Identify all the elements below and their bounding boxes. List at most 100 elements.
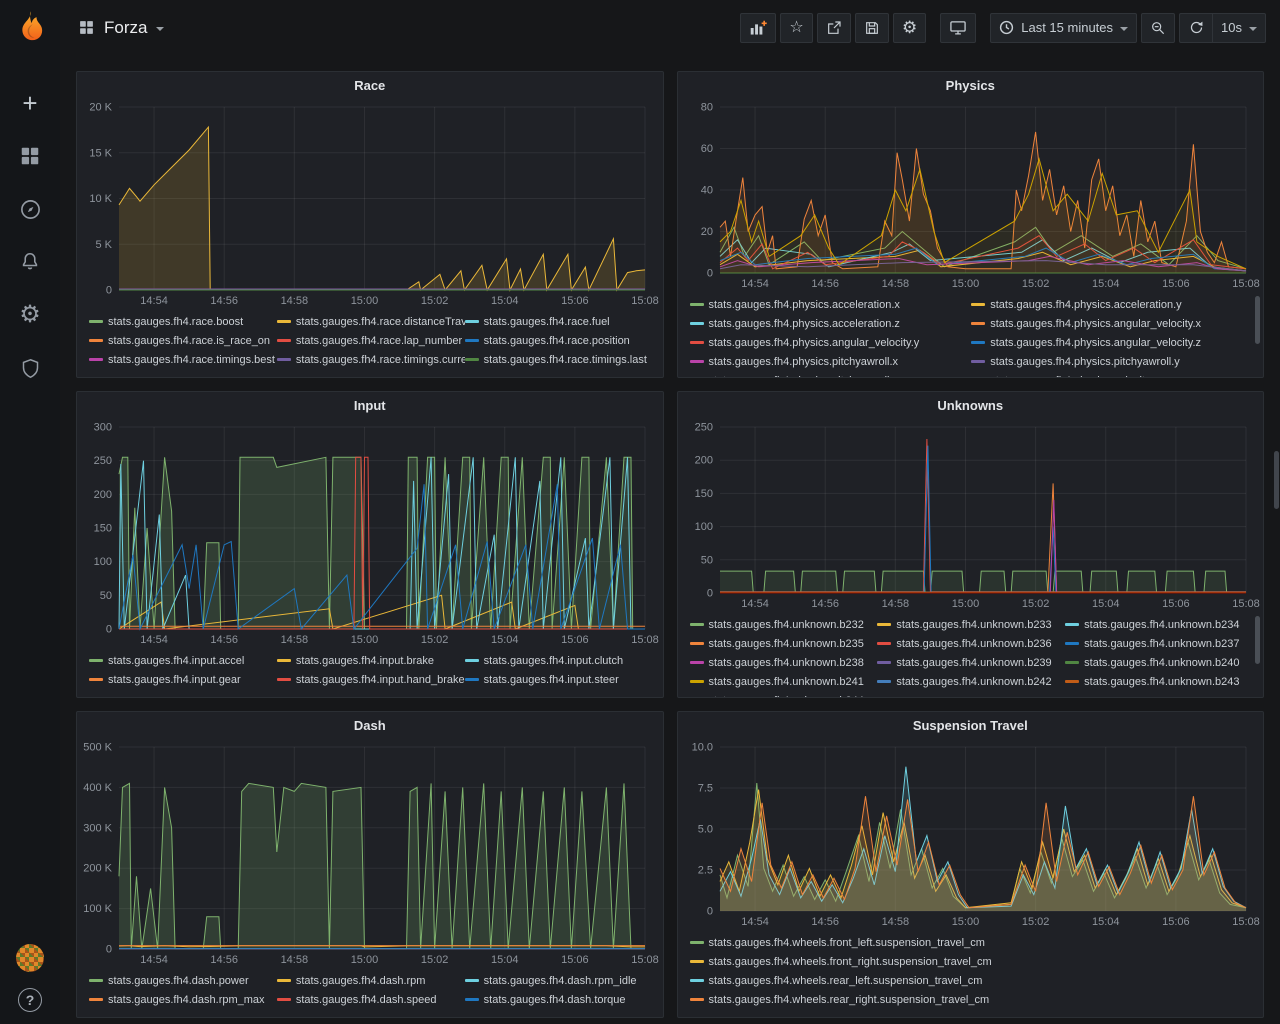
svg-text:15:08: 15:08	[1232, 598, 1260, 610]
chart-area-input[interactable]: 300 250 200 150 100 50 0 14:54 14:56 14:58 15:00 15…	[77, 419, 663, 649]
legend-scrollbar[interactable]	[1255, 296, 1260, 344]
legend-item[interactable]: stats.gauges.fh4.input.gear	[89, 670, 277, 689]
legend-item[interactable]: stats.gauges.fh4.unknown.b243	[1065, 672, 1253, 691]
series-color-swatch	[689, 303, 704, 306]
legend-item[interactable]: stats.gauges.fh4.race.fuel	[464, 312, 653, 331]
panel-input: Input 300 250 200 150 100 50 0 14:54 14:56 14:58 15…	[76, 391, 664, 698]
legend-item[interactable]: stats.gauges.fh4.race.distanceTravelled	[276, 312, 465, 331]
time-range-label: Last 15 minutes	[1021, 20, 1114, 35]
legend-item[interactable]: stats.gauges.fh4.race.timings.current	[276, 350, 465, 369]
legend-item[interactable]: stats.gauges.fh4.input.hand_brake	[276, 670, 465, 689]
scrollbar-thumb[interactable]	[1274, 450, 1279, 509]
chart-area-race[interactable]: 20 K 15 K 10 K 5 K 0 14:54 14:56 14:58 15:00 15:0…	[77, 99, 663, 310]
legend-item[interactable]: stats.gauges.fh4.dash.rpm	[276, 971, 465, 990]
legend-item[interactable]: stats.gauges.fh4.dash.speed	[276, 990, 465, 1009]
user-avatar[interactable]	[16, 944, 44, 972]
legend-item[interactable]: stats.gauges.fh4.unknown.b233	[877, 615, 1065, 634]
chart-area-physics[interactable]: 80 60 40 20 0 14:54 14:56 14:58 15:00 15:02 15:04 1…	[678, 99, 1264, 293]
svg-text:14:56: 14:56	[210, 634, 238, 646]
legend-item[interactable]: stats.gauges.fh4.race.timings.last	[464, 350, 653, 369]
grafana-flame-icon	[22, 11, 43, 41]
panel-title-input[interactable]: Input	[77, 392, 663, 419]
legend-item[interactable]: stats.gauges.fh4.unknown.b241	[689, 672, 878, 691]
help-icon[interactable]: ?	[18, 988, 42, 1012]
dashboard-title[interactable]: Forza	[104, 18, 147, 38]
svg-text:15:04: 15:04	[1091, 278, 1119, 290]
share-button[interactable]	[817, 12, 851, 43]
series-color-swatch	[464, 998, 479, 1001]
cycle-view-button[interactable]	[940, 12, 977, 43]
legend-item[interactable]: stats.gauges.fh4.race.timings.best	[89, 350, 277, 369]
panel-title-suspension[interactable]: Suspension Travel	[678, 712, 1264, 739]
series-label: stats.gauges.fh4.wheels.front_left.suspe…	[708, 936, 985, 949]
add-panel-button[interactable]	[740, 12, 776, 43]
refresh-interval-button[interactable]: 10s	[1212, 12, 1266, 43]
legend-item[interactable]: stats.gauges.fh4.race.lap_number	[276, 331, 465, 350]
legend-item[interactable]: stats.gauges.fh4.unknown.b239	[877, 653, 1065, 672]
legend-item[interactable]: stats.gauges.fh4.input.brake	[276, 651, 465, 670]
panel-title-dash[interactable]: Dash	[77, 712, 663, 739]
legend-item[interactable]: stats.gauges.fh4.unknown.b238	[689, 653, 878, 672]
chart-area-dash[interactable]: 500 K 400 K 300 K 200 K 100 K 0 14:54 14:56 14:5…	[77, 739, 663, 969]
legend-item[interactable]: stats.gauges.fh4.race.is_race_on	[89, 331, 277, 350]
panel-title-race[interactable]: Race	[77, 72, 663, 99]
legend-scrollbar[interactable]	[1255, 616, 1260, 664]
save-button[interactable]	[855, 12, 889, 43]
time-range-picker[interactable]: Last 15 minutes	[990, 12, 1138, 43]
legend-item[interactable]: stats.gauges.fh4.dash.torque	[464, 990, 653, 1009]
chart-area-unknowns[interactable]: 250 200 150 100 50 0 14:54 14:56 14:58 15:00 15:02…	[678, 419, 1264, 613]
legend-item[interactable]: stats.gauges.fh4.unknown.b236	[877, 634, 1065, 653]
legend-item[interactable]: stats.gauges.fh4.dash.rpm_idle	[464, 971, 653, 990]
legend-item[interactable]: stats.gauges.fh4.physics.angular_velocit…	[971, 333, 1253, 352]
legend-item[interactable]: stats.gauges.fh4.physics.pitchyawroll.x	[689, 352, 972, 371]
svg-text:60: 60	[700, 143, 712, 155]
svg-text:15:06: 15:06	[561, 295, 589, 307]
legend-item[interactable]: stats.gauges.fh4.physics.pitchyawroll.z	[690, 371, 972, 378]
legend-item[interactable]: stats.gauges.fh4.unknown.b242	[877, 672, 1065, 691]
legend-item[interactable]: stats.gauges.fh4.wheels.rear_right.suspe…	[689, 990, 1254, 1009]
legend-item[interactable]: stats.gauges.fh4.race.position	[464, 331, 653, 350]
legend-item[interactable]: stats.gauges.fh4.wheels.front_left.suspe…	[689, 933, 1254, 952]
legend-item[interactable]: stats.gauges.fh4.unknown.b237	[1065, 634, 1253, 653]
legend-item[interactable]: stats.gauges.fh4.unknown.b235	[689, 634, 878, 653]
legend-item[interactable]: stats.gauges.fh4.dash.rpm_max	[89, 990, 277, 1009]
dashboard-settings-button[interactable]: ⚙	[893, 12, 927, 43]
legend-item[interactable]: stats.gauges.fh4.unknown.b244	[690, 691, 878, 698]
page-scrollbar[interactable]	[1273, 0, 1280, 1024]
panel-title-unknowns[interactable]: Unknowns	[678, 392, 1264, 419]
legend-item[interactable]: stats.gauges.fh4.wheels.front_right.susp…	[689, 952, 1254, 971]
star-button[interactable]: ☆	[780, 12, 813, 43]
series-label: stats.gauges.fh4.wheels.rear_left.suspen…	[708, 974, 983, 987]
chart-area-suspension[interactable]: 10.0 7.5 5.0 2.5 0 14:54 14:56 14:58 15:00 15:02 1…	[678, 739, 1264, 931]
legend-item[interactable]: stats.gauges.fh4.physics.angular_velocit…	[689, 333, 972, 352]
legend-item[interactable]: stats.gauges.fh4.physics.acceleration.y	[971, 295, 1253, 314]
series-color-swatch	[276, 320, 291, 323]
dashboards-icon[interactable]	[17, 143, 43, 169]
legend-item[interactable]: stats.gauges.fh4.physics.velocity.x	[971, 371, 1253, 378]
legend-item[interactable]: stats.gauges.fh4.wheels.rear_left.suspen…	[689, 971, 1254, 990]
alerting-bell-icon[interactable]	[17, 249, 43, 275]
panel-title-physics[interactable]: Physics	[678, 72, 1264, 99]
grafana-logo[interactable]	[12, 9, 48, 50]
legend-item[interactable]: stats.gauges.fh4.input.clutch	[464, 651, 653, 670]
legend-item[interactable]: stats.gauges.fh4.input.accel	[89, 651, 277, 670]
refresh-button[interactable]	[1179, 12, 1213, 43]
legend-item[interactable]: stats.gauges.fh4.unknown.b232	[689, 615, 878, 634]
svg-text:15:08: 15:08	[1232, 278, 1260, 290]
server-admin-shield-icon[interactable]	[17, 355, 43, 381]
legend-item[interactable]: stats.gauges.fh4.physics.acceleration.x	[689, 295, 972, 314]
legend-item[interactable]: stats.gauges.fh4.unknown.b234	[1065, 615, 1253, 634]
configuration-gear-icon[interactable]: ⚙	[17, 302, 43, 328]
legend-item[interactable]: stats.gauges.fh4.unknown.b240	[1065, 653, 1253, 672]
zoom-out-button[interactable]	[1141, 12, 1176, 43]
legend-item[interactable]: stats.gauges.fh4.physics.pitchyawroll.y	[971, 352, 1253, 371]
chevron-down-icon	[1120, 26, 1129, 31]
legend-item[interactable]: stats.gauges.fh4.input.steer	[464, 670, 653, 689]
chevron-down-icon[interactable]	[156, 26, 165, 31]
explore-compass-icon[interactable]	[17, 196, 43, 222]
legend-item[interactable]: stats.gauges.fh4.dash.power	[89, 971, 277, 990]
legend-item[interactable]: stats.gauges.fh4.race.boost	[89, 312, 277, 331]
legend-item[interactable]: stats.gauges.fh4.physics.angular_velocit…	[971, 314, 1253, 333]
legend-item[interactable]: stats.gauges.fh4.physics.acceleration.z	[689, 314, 972, 333]
create-icon[interactable]: +	[17, 90, 43, 116]
